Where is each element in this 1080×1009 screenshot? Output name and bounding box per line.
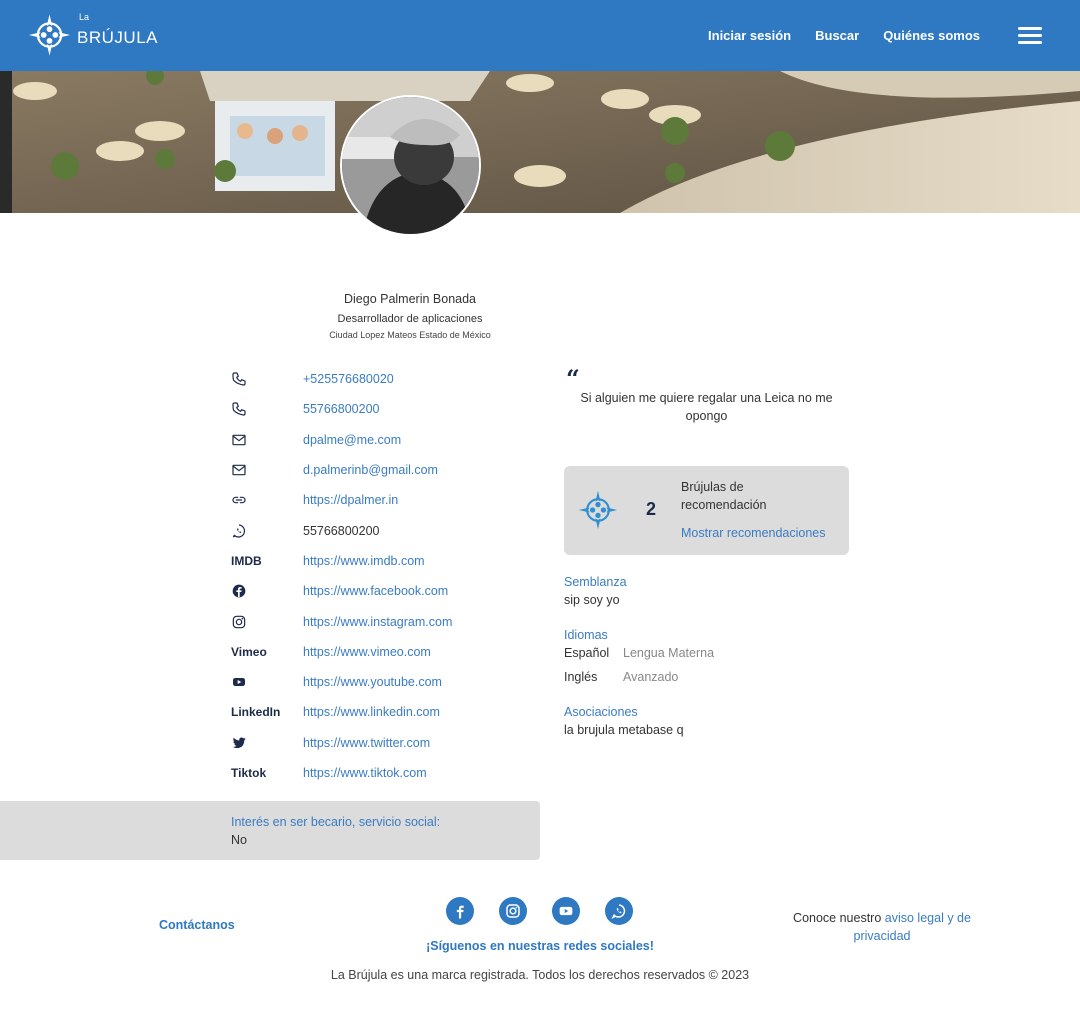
tiktok-label: Tiktok	[231, 766, 267, 780]
linkedin-label: LinkedIn	[231, 705, 281, 720]
phone-icon	[231, 401, 303, 417]
contact-us-link[interactable]: Contáctanos	[159, 918, 235, 932]
follow-us-text: ¡Síguenos en nuestras redes sociales!	[426, 939, 654, 953]
contact-row-whatsapp: 55766800200	[231, 515, 531, 545]
contact-whatsapp-value: 55766800200	[303, 523, 380, 538]
becario-panel: Interés en ser becario, servicio social:…	[0, 801, 540, 860]
contact-row-phone-1: +525576680020	[231, 364, 531, 394]
whatsapp-icon	[231, 523, 303, 539]
brand-name-small: La	[79, 12, 90, 22]
profile-name: Diego Palmerin Bonada	[343, 292, 477, 306]
language-level: Lengua Materna	[623, 646, 715, 660]
contact-row-website: https://dpalmer.in	[231, 485, 531, 515]
contact-row-imdb: IMDB https://www.imdb.com	[231, 546, 531, 576]
contact-row-tiktok: Tiktok https://www.tiktok.com	[231, 758, 531, 788]
contact-vimeo-link[interactable]: https://www.vimeo.com	[303, 645, 431, 659]
becario-value: No	[231, 833, 247, 847]
nav-about-link[interactable]: Quiénes somos	[883, 28, 980, 43]
contact-phone-link[interactable]: +525576680020	[303, 372, 394, 386]
contact-row-vimeo: Vimeo https://www.vimeo.com	[231, 637, 531, 667]
link-icon	[231, 492, 303, 508]
nav-search-link[interactable]: Buscar	[815, 28, 859, 43]
imdb-label: IMDB	[231, 553, 262, 568]
social-links	[446, 897, 633, 925]
contact-email-link[interactable]: d.palmerinb@gmail.com	[303, 463, 438, 477]
contact-twitter-link[interactable]: https://www.twitter.com	[303, 736, 430, 750]
recommendations-count: 2	[646, 499, 657, 519]
facebook-icon	[231, 583, 303, 599]
language-name: Español	[564, 646, 610, 660]
language-name: Inglés	[564, 670, 598, 684]
becario-label: Interés en ser becario, servicio social:	[231, 815, 441, 829]
contact-row-linkedin: LinkedIn https://www.linkedin.com	[231, 697, 531, 727]
compass-logo-icon	[28, 14, 71, 56]
profile-avatar	[340, 95, 481, 236]
contact-row-youtube: https://www.youtube.com	[231, 667, 531, 697]
profile-location: Ciudad Lopez Mateos Estado de México	[329, 330, 491, 340]
vimeo-label: Vimeo	[231, 644, 267, 659]
contact-row-instagram: https://www.instagram.com	[231, 606, 531, 636]
contact-website-link[interactable]: https://dpalmer.in	[303, 493, 398, 507]
contact-youtube-link[interactable]: https://www.youtube.com	[303, 675, 442, 689]
asociaciones-label: Asociaciones	[564, 705, 638, 719]
contact-list: +525576680020 55766800200 dpalme@me.com …	[231, 364, 531, 788]
compass-icon	[578, 490, 618, 530]
footer-instagram-icon[interactable]	[499, 897, 527, 925]
semblanza-value: sip soy yo	[564, 593, 620, 607]
contact-facebook-link[interactable]: https://www.facebook.com	[303, 584, 448, 598]
legal-prefix: Conoce nuestro	[793, 911, 885, 925]
twitter-icon	[231, 735, 303, 751]
legal-notice: Conoce nuestro aviso legal y de privacid…	[790, 909, 974, 945]
contact-linkedin-link[interactable]: https://www.linkedin.com	[303, 705, 440, 719]
hamburger-menu-icon[interactable]	[1018, 27, 1042, 45]
copyright-text: La Brújula es una marca registrada. Todo…	[330, 968, 750, 982]
idiomas-label: Idiomas	[564, 628, 608, 642]
contact-row-facebook: https://www.facebook.com	[231, 576, 531, 606]
footer-facebook-icon[interactable]	[446, 897, 474, 925]
recommendations-title: Brújulas de recomendación	[681, 480, 767, 512]
contact-instagram-link[interactable]: https://www.instagram.com	[303, 615, 452, 629]
phone-icon	[231, 371, 303, 387]
profile-role: Desarrollador de aplicaciones	[337, 313, 483, 325]
contact-email-link[interactable]: dpalme@me.com	[303, 433, 401, 447]
contact-row-email-2: d.palmerinb@gmail.com	[231, 455, 531, 485]
contact-tiktok-link[interactable]: https://www.tiktok.com	[303, 766, 427, 780]
brand-name-big: BRÚJULA	[77, 28, 158, 47]
language-row: Español Lengua Materna	[564, 646, 714, 660]
contact-imdb-link[interactable]: https://www.imdb.com	[303, 554, 425, 568]
nav-login-link[interactable]: Iniciar sesión	[708, 28, 791, 43]
profile-cover-image	[0, 71, 1080, 213]
mail-icon	[231, 462, 303, 478]
semblanza-label: Semblanza	[564, 575, 627, 589]
recommendations-card: 2 Brújulas de recomendación Mostrar reco…	[564, 466, 849, 555]
top-navbar: La BRÚJULA Iniciar sesión Buscar Quiénes…	[0, 0, 1080, 71]
brand-name: La BRÚJULA	[77, 12, 158, 48]
contact-phone-link[interactable]: 55766800200	[303, 402, 379, 416]
contact-row-twitter: https://www.twitter.com	[231, 728, 531, 758]
profile-quote: Si alguien me quiere regalar una Leica n…	[580, 391, 833, 423]
contact-row-phone-2: 55766800200	[231, 394, 531, 424]
footer-whatsapp-icon[interactable]	[605, 897, 633, 925]
language-level: Avanzado	[623, 670, 679, 684]
main-nav: Iniciar sesión Buscar Quiénes somos	[708, 0, 980, 71]
show-recommendations-link[interactable]: Mostrar recomendaciones	[681, 526, 826, 540]
mail-icon	[231, 432, 303, 448]
footer-youtube-icon[interactable]	[552, 897, 580, 925]
asociaciones-value: la brujula metabase q	[564, 723, 684, 737]
instagram-icon	[231, 614, 303, 630]
youtube-icon	[231, 674, 303, 690]
language-row: Inglés Avanzado	[564, 670, 678, 684]
brand-logo[interactable]: La BRÚJULA	[28, 10, 158, 60]
contact-row-email-1: dpalme@me.com	[231, 425, 531, 455]
